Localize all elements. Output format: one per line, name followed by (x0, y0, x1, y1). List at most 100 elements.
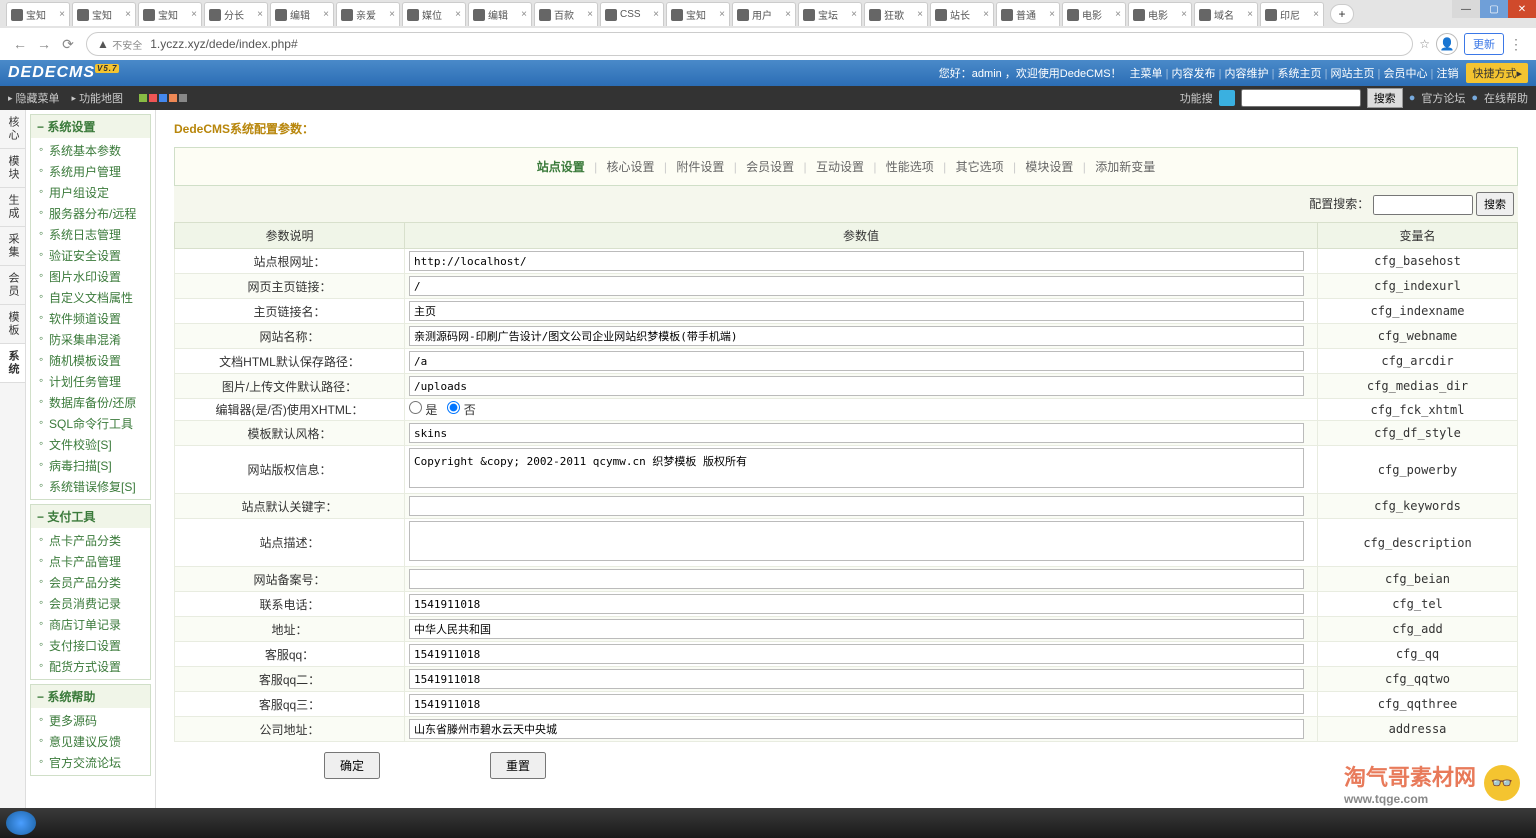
config-textarea[interactable] (409, 521, 1304, 561)
sidebar-tab[interactable]: 模块 (0, 149, 25, 188)
config-textarea[interactable] (409, 448, 1304, 488)
config-text-input[interactable] (409, 619, 1304, 639)
sidebar-item[interactable]: 软件频道设置 (31, 308, 150, 329)
browser-tab[interactable]: 媒位× (402, 2, 466, 26)
sidebar-item[interactable]: 系统日志管理 (31, 224, 150, 245)
quick-way-button[interactable]: 快捷方式▸ (1466, 63, 1528, 83)
config-tab[interactable]: 添加新变量 (1089, 160, 1161, 174)
start-button[interactable] (6, 811, 36, 835)
sidebar-item[interactable]: 点卡产品分类 (31, 530, 150, 551)
header-link[interactable]: 网站主页 (1331, 68, 1375, 80)
color-gray[interactable] (179, 94, 187, 102)
sidebar-item[interactable]: 文件校验[S] (31, 434, 150, 455)
close-tab-icon[interactable]: × (983, 9, 989, 20)
browser-tab[interactable]: 站长× (930, 2, 994, 26)
sidebar-item[interactable]: 意见建议反馈 (31, 731, 150, 752)
browser-tab[interactable]: 编辑× (468, 2, 532, 26)
close-tab-icon[interactable]: × (59, 9, 65, 20)
browser-tab[interactable]: 宝知× (72, 2, 136, 26)
config-tab[interactable]: 会员设置 (740, 160, 800, 174)
sidebar-item[interactable]: 自定义文档属性 (31, 287, 150, 308)
browser-tab[interactable]: CSS× (600, 2, 664, 26)
sidebar-item[interactable]: 系统基本参数 (31, 140, 150, 161)
color-orange[interactable] (169, 94, 177, 102)
maximize-button[interactable]: ▢ (1480, 0, 1508, 18)
forum-link[interactable]: 官方论坛 (1421, 90, 1465, 106)
color-blue[interactable] (159, 94, 167, 102)
browser-tab[interactable]: 狂歌× (864, 2, 928, 26)
sidebar-item[interactable]: SQL命令行工具 (31, 413, 150, 434)
close-tab-icon[interactable]: × (257, 9, 263, 20)
browser-tab[interactable]: 宝坛× (798, 2, 862, 26)
config-text-input[interactable] (409, 644, 1304, 664)
close-tab-icon[interactable]: × (851, 9, 857, 20)
radio-yes[interactable]: 是 (409, 403, 437, 417)
sidebar-item[interactable]: 图片水印设置 (31, 266, 150, 287)
close-tab-icon[interactable]: × (1181, 9, 1187, 20)
sidebar-tab[interactable]: 会员 (0, 266, 25, 305)
sidebar-item[interactable]: 支付接口设置 (31, 635, 150, 656)
config-text-input[interactable] (409, 376, 1304, 396)
more-button[interactable]: ⋮ (1504, 32, 1528, 56)
config-text-input[interactable] (409, 326, 1304, 346)
close-tab-icon[interactable]: × (521, 9, 527, 20)
close-tab-icon[interactable]: × (1049, 9, 1055, 20)
bookmark-icon[interactable]: ☆ (1419, 37, 1430, 51)
browser-tab[interactable]: 百款× (534, 2, 598, 26)
hide-menu-button[interactable]: 隐藏菜单 (8, 90, 60, 106)
config-text-input[interactable] (409, 301, 1304, 321)
sidebar-item[interactable]: 计划任务管理 (31, 371, 150, 392)
radio-no[interactable]: 否 (447, 403, 475, 417)
close-tab-icon[interactable]: × (653, 9, 659, 20)
browser-tab[interactable]: 用户× (732, 2, 796, 26)
browser-tab[interactable]: 编辑× (270, 2, 334, 26)
forward-button[interactable]: → (32, 32, 56, 56)
close-tab-icon[interactable]: × (1313, 9, 1319, 20)
close-tab-icon[interactable]: × (125, 9, 131, 20)
close-tab-icon[interactable]: × (587, 9, 593, 20)
sidebar-item[interactable]: 防采集串混淆 (31, 329, 150, 350)
config-tab[interactable]: 其它选项 (950, 160, 1010, 174)
minimize-button[interactable]: — (1452, 0, 1480, 18)
func-map-button[interactable]: 功能地图 (72, 90, 124, 106)
sidebar-item[interactable]: 服务器分布/远程 (31, 203, 150, 224)
close-tab-icon[interactable]: × (1247, 9, 1253, 20)
sidebar-tab[interactable]: 生成 (0, 188, 25, 227)
sidebar-section-header[interactable]: 系统设置 (31, 115, 150, 138)
sidebar-tab[interactable]: 模板 (0, 305, 25, 344)
user-icon[interactable]: 👤 (1436, 33, 1458, 55)
sidebar-item[interactable]: 系统错误修复[S] (31, 476, 150, 497)
sidebar-item[interactable]: 官方交流论坛 (31, 752, 150, 773)
sidebar-item[interactable]: 点卡产品管理 (31, 551, 150, 572)
back-button[interactable]: ← (8, 32, 32, 56)
close-tab-icon[interactable]: × (191, 9, 197, 20)
sidebar-item[interactable]: 随机模板设置 (31, 350, 150, 371)
config-text-input[interactable] (409, 694, 1304, 714)
cfg-search-input[interactable] (1373, 195, 1473, 215)
browser-tab[interactable]: 宝知× (6, 2, 70, 26)
sidebar-item[interactable]: 数据库备份/还原 (31, 392, 150, 413)
color-green[interactable] (139, 94, 147, 102)
close-tab-icon[interactable]: × (785, 9, 791, 20)
sidebar-item[interactable]: 配货方式设置 (31, 656, 150, 677)
config-text-input[interactable] (409, 719, 1304, 739)
sidebar-tab[interactable]: 采集 (0, 227, 25, 266)
new-tab-button[interactable]: + (1330, 4, 1354, 24)
browser-tab[interactable]: 印尼× (1260, 2, 1324, 26)
config-tab[interactable]: 模块设置 (1019, 160, 1079, 174)
browser-tab[interactable]: 电影× (1128, 2, 1192, 26)
browser-tab[interactable]: 分长× (204, 2, 268, 26)
header-link[interactable]: 内容维护 (1225, 68, 1269, 80)
header-link[interactable]: 系统主页 (1278, 68, 1322, 80)
header-link[interactable]: 注销 (1436, 68, 1458, 80)
config-tab[interactable]: 核心设置 (601, 160, 661, 174)
sidebar-item[interactable]: 会员消费记录 (31, 593, 150, 614)
submit-button[interactable]: 确定 (324, 752, 380, 779)
close-tab-icon[interactable]: × (1115, 9, 1121, 20)
color-red[interactable] (149, 94, 157, 102)
header-link[interactable]: 内容发布 (1172, 68, 1216, 80)
sidebar-item[interactable]: 更多源码 (31, 710, 150, 731)
address-bar[interactable]: ▲ 不安全 1.yczz.xyz/dede/index.php# (86, 32, 1413, 56)
sidebar-item[interactable]: 验证安全设置 (31, 245, 150, 266)
close-tab-icon[interactable]: × (323, 9, 329, 20)
